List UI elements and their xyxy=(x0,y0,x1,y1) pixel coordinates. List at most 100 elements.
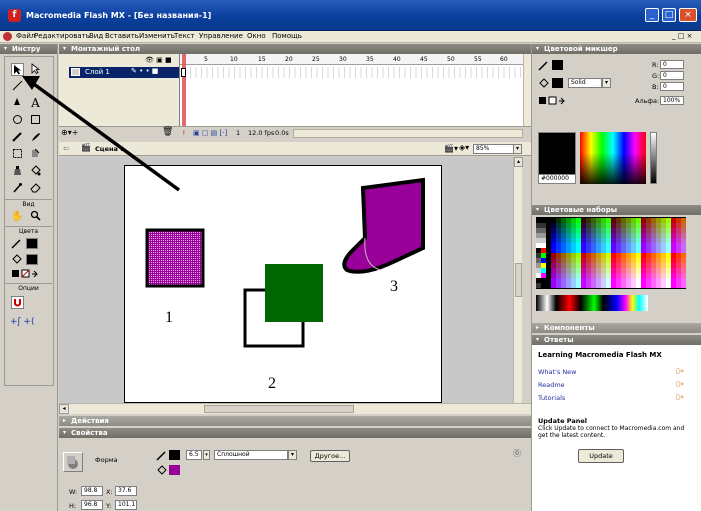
color-swatch[interactable] xyxy=(551,283,556,288)
swatch-grid[interactable] xyxy=(536,217,686,289)
color-swatch[interactable] xyxy=(611,218,616,223)
color-swatch[interactable] xyxy=(541,268,546,273)
color-swatch[interactable] xyxy=(631,248,636,253)
color-swatch[interactable] xyxy=(671,243,676,248)
gradient-swatches[interactable] xyxy=(536,295,648,311)
color-spectrum[interactable] xyxy=(580,132,646,184)
color-swatch[interactable] xyxy=(591,228,596,233)
color-swatch[interactable] xyxy=(586,273,591,278)
color-swatch[interactable] xyxy=(581,283,586,288)
shape-purple-square[interactable] xyxy=(145,228,205,288)
color-swatch[interactable] xyxy=(666,268,671,273)
edit-symbol-icon[interactable]: ◈▾ xyxy=(459,143,469,152)
color-swatch[interactable] xyxy=(586,238,591,243)
color-swatch[interactable] xyxy=(551,278,556,283)
color-swatch[interactable] xyxy=(631,243,636,248)
color-swatch[interactable] xyxy=(566,243,571,248)
mixer-fill-color[interactable] xyxy=(552,78,563,88)
color-swatch[interactable] xyxy=(566,238,571,243)
color-swatch[interactable] xyxy=(556,233,561,238)
color-swatch[interactable] xyxy=(571,283,576,288)
color-swatch[interactable] xyxy=(571,228,576,233)
color-swatch[interactable] xyxy=(556,263,561,268)
menu-window[interactable]: Окно xyxy=(247,32,266,40)
color-swatch[interactable] xyxy=(611,273,616,278)
color-swatch[interactable] xyxy=(681,283,686,288)
color-swatch[interactable] xyxy=(676,243,681,248)
color-swatch[interactable] xyxy=(551,243,556,248)
color-swatch[interactable] xyxy=(651,228,656,233)
color-swatch[interactable] xyxy=(631,218,636,223)
y-field[interactable]: 101.1 xyxy=(115,500,137,510)
fill-color-swatch[interactable] xyxy=(26,254,38,265)
color-swatch[interactable] xyxy=(601,258,606,263)
color-swatch[interactable] xyxy=(626,243,631,248)
color-swatch[interactable] xyxy=(631,278,636,283)
color-swatch[interactable] xyxy=(661,278,666,283)
color-swatch[interactable] xyxy=(546,283,551,288)
color-swatch[interactable] xyxy=(636,273,641,278)
color-swatch[interactable] xyxy=(626,238,631,243)
color-swatch[interactable] xyxy=(651,243,656,248)
color-swatch[interactable] xyxy=(611,253,616,258)
color-swatch[interactable] xyxy=(571,253,576,258)
color-swatch[interactable] xyxy=(661,228,666,233)
color-swatch[interactable] xyxy=(561,258,566,263)
color-swatch[interactable] xyxy=(671,253,676,258)
color-swatch[interactable] xyxy=(671,223,676,228)
color-swatch[interactable] xyxy=(651,278,656,283)
color-swatch[interactable] xyxy=(661,233,666,238)
menu-modify[interactable]: Изменить xyxy=(139,32,175,40)
color-swatch[interactable] xyxy=(616,268,621,273)
color-swatch[interactable] xyxy=(626,228,631,233)
color-swatch[interactable] xyxy=(681,268,686,273)
color-swatch[interactable] xyxy=(576,243,581,248)
color-swatch[interactable] xyxy=(656,228,661,233)
color-swatch[interactable] xyxy=(631,253,636,258)
color-swatch[interactable] xyxy=(611,248,616,253)
color-swatch[interactable] xyxy=(546,263,551,268)
color-swatch[interactable] xyxy=(536,238,541,243)
color-swatch[interactable] xyxy=(621,278,626,283)
color-swatch[interactable] xyxy=(666,238,671,243)
color-swatch[interactable] xyxy=(536,223,541,228)
color-swatch[interactable] xyxy=(626,263,631,268)
color-swatch[interactable] xyxy=(616,223,621,228)
color-swatch[interactable] xyxy=(556,258,561,263)
color-swatch[interactable] xyxy=(536,253,541,258)
color-swatch[interactable] xyxy=(631,283,636,288)
color-swatch[interactable] xyxy=(601,273,606,278)
color-swatch[interactable] xyxy=(561,278,566,283)
shape-purple-boot[interactable] xyxy=(342,177,425,274)
color-swatch[interactable] xyxy=(541,273,546,278)
color-swatch[interactable] xyxy=(611,228,616,233)
color-swatch[interactable] xyxy=(636,248,641,253)
color-swatch[interactable] xyxy=(681,233,686,238)
color-swatch[interactable] xyxy=(576,278,581,283)
blue-field[interactable]: 0 xyxy=(660,82,684,91)
subselect-tool-icon[interactable] xyxy=(29,63,42,76)
color-swatch[interactable] xyxy=(561,283,566,288)
color-swatch[interactable] xyxy=(631,233,636,238)
color-swatch[interactable] xyxy=(646,218,651,223)
color-swatch[interactable] xyxy=(656,218,661,223)
color-swatch[interactable] xyxy=(666,218,671,223)
color-swatch[interactable] xyxy=(596,283,601,288)
color-swatch[interactable] xyxy=(541,228,546,233)
color-swatch[interactable] xyxy=(611,238,616,243)
color-swatch[interactable] xyxy=(656,283,661,288)
color-swatch[interactable] xyxy=(601,228,606,233)
color-swatch[interactable] xyxy=(676,258,681,263)
color-swatch[interactable] xyxy=(546,233,551,238)
color-swatch[interactable] xyxy=(656,248,661,253)
color-swatch[interactable] xyxy=(621,258,626,263)
color-swatch[interactable] xyxy=(551,258,556,263)
brightness-slider[interactable] xyxy=(650,132,657,184)
color-swatch[interactable] xyxy=(566,258,571,263)
color-swatch[interactable] xyxy=(676,248,681,253)
color-swatch[interactable] xyxy=(536,278,541,283)
color-swatch[interactable] xyxy=(611,263,616,268)
color-swatch[interactable] xyxy=(656,243,661,248)
color-swatch[interactable] xyxy=(671,248,676,253)
color-swatch[interactable] xyxy=(651,218,656,223)
